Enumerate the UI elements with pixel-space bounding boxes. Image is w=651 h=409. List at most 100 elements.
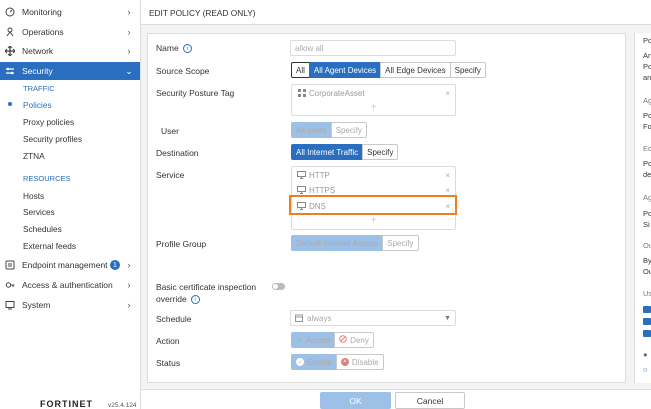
check-icon: ✓ [296, 335, 303, 345]
source-scope-all-agent-devices-button[interactable]: All Agent Devices [308, 62, 382, 78]
nav-label: Endpoint management [22, 260, 108, 270]
status-disable-button[interactable]: × Disable [335, 354, 384, 370]
chevron-down-icon: ⌄ [125, 65, 133, 76]
destination-group: All Internet Traffic Specify [291, 144, 399, 160]
sub-item-ztna[interactable]: ZTNA [23, 151, 45, 161]
sub-item-services[interactable]: Services [23, 207, 55, 217]
cert-inspection-override-label-2: override i [156, 294, 200, 305]
system-icon [5, 300, 15, 310]
destination-all-internet-traffic-button[interactable]: All Internet Traffic [291, 144, 364, 160]
profile-group-label: Profile Group [156, 239, 207, 249]
name-input[interactable]: allow all [290, 40, 456, 56]
right-pane-text: Ou [643, 267, 651, 276]
info-icon[interactable]: i [190, 295, 200, 305]
traffic-heading: TRAFFIC [23, 84, 55, 93]
fortinet-logo: FORTINET [40, 399, 93, 409]
right-pane-text: Ed [643, 144, 651, 153]
remove-icon[interactable]: × [445, 186, 450, 195]
add-service-button[interactable]: + [292, 215, 455, 226]
user-specify-button[interactable]: Specify [330, 122, 367, 138]
profile-group-group: Default Internet Access Specify [291, 235, 419, 251]
ok-button[interactable]: OK [320, 392, 391, 409]
right-pane-text: Ou [643, 241, 651, 250]
version-label: v25.4.124 [108, 402, 137, 409]
destination-specify-button[interactable]: Specify [362, 144, 399, 160]
nav-label: Monitoring [22, 7, 62, 17]
right-pane-text: Us [643, 289, 651, 298]
action-deny-button[interactable]: Deny [334, 332, 374, 348]
service-label: Service [156, 170, 185, 180]
sub-item-schedules[interactable]: Schedules [23, 224, 62, 234]
operations-icon [5, 27, 15, 37]
right-pane-text: Po [643, 62, 651, 71]
name-label: Name i [156, 43, 192, 54]
user-all-users-button[interactable]: All users [291, 122, 332, 138]
status-enable-button[interactable]: ✓ Enable [291, 354, 337, 370]
status-group: ✓ Enable × Disable [291, 354, 384, 370]
service-item-http: HTTP × [297, 169, 450, 181]
schedule-label: Schedule [156, 314, 192, 324]
user-icon [643, 306, 651, 313]
right-pane-text: Po [643, 36, 651, 45]
nav-item-monitoring[interactable]: Monitoring › [0, 3, 140, 21]
grid-icon [297, 89, 306, 97]
chevron-right-icon: › [127, 27, 131, 37]
notification-badge: 1 [110, 260, 120, 270]
monitor-icon [297, 171, 306, 179]
nav-item-endpoint-management[interactable]: Endpoint management 1 › [0, 256, 140, 274]
sub-item-proxy-policies[interactable]: Proxy policies [23, 117, 74, 127]
source-scope-all-button[interactable]: All [291, 62, 310, 78]
right-pane-text: Ag [643, 96, 651, 105]
source-scope-group: All All Agent Devices All Edge Devices S… [291, 62, 486, 78]
dns-highlight-box [289, 195, 457, 215]
security-posture-tag-list: CorporateAsset × + [291, 84, 456, 116]
schedule-select[interactable]: always ▼ [290, 310, 456, 326]
remove-icon[interactable]: × [445, 171, 450, 180]
right-pane-text: An [643, 51, 651, 60]
chevron-right-icon: › [127, 300, 131, 310]
cancel-button[interactable]: Cancel [395, 392, 465, 409]
source-scope-label: Source Scope [156, 66, 210, 76]
nav-item-operations[interactable]: Operations › [0, 23, 140, 41]
nav-item-network[interactable]: Network › [0, 42, 140, 60]
monitor-icon [297, 186, 306, 194]
active-indicator [8, 102, 12, 106]
right-pane-text: Si [643, 220, 650, 229]
nav-label: Security [22, 66, 53, 76]
destination-label: Destination [156, 148, 199, 158]
right-pane-text: de [643, 170, 651, 179]
right-pane-text: Po [643, 209, 651, 218]
cert-inspection-override-toggle[interactable] [272, 283, 285, 290]
resources-heading: RESOURCES [23, 174, 71, 183]
source-scope-specify-button[interactable]: Specify [449, 62, 486, 78]
security-icon [5, 66, 15, 76]
posture-tag-item: CorporateAsset × [297, 87, 450, 99]
chevron-right-icon: › [127, 46, 131, 56]
comment-icon: ○ [643, 365, 648, 374]
chat-icon: ● [643, 350, 648, 359]
action-accept-button[interactable]: ✓ Accept [291, 332, 336, 348]
check-circle-icon: ✓ [296, 358, 304, 366]
sub-item-hosts[interactable]: Hosts [23, 191, 44, 201]
monitoring-icon [5, 7, 15, 17]
nav-item-access-authentication[interactable]: Access & authentication › [0, 276, 140, 294]
remove-icon[interactable]: × [445, 89, 450, 98]
nav-item-system[interactable]: System › [0, 296, 140, 314]
sub-item-security-profiles[interactable]: Security profiles [23, 134, 82, 144]
chevron-right-icon: › [127, 7, 131, 17]
right-info-pane: Po An Po an Ag Po Fo Ed Po de Ag Po Si O… [634, 33, 651, 383]
sub-item-policies[interactable]: Policies [23, 100, 52, 110]
endpoint-icon [5, 260, 15, 270]
info-icon[interactable]: i [182, 44, 192, 54]
profile-group-default-internet-access-button[interactable]: Default Internet Access [291, 235, 384, 251]
source-scope-all-edge-devices-button[interactable]: All Edge Devices [380, 62, 451, 78]
nav-label: Network [22, 46, 54, 56]
user-icon [643, 330, 651, 337]
cert-inspection-override-label: Basic certificate inspection [156, 282, 257, 292]
sub-item-external-feeds[interactable]: External feeds [23, 241, 76, 251]
action-label: Action [156, 336, 180, 346]
deny-icon [339, 335, 347, 345]
profile-group-specify-button[interactable]: Specify [382, 235, 419, 251]
nav-item-security[interactable]: Security ⌄ [0, 62, 140, 80]
add-posture-tag-button[interactable]: + [292, 102, 455, 113]
